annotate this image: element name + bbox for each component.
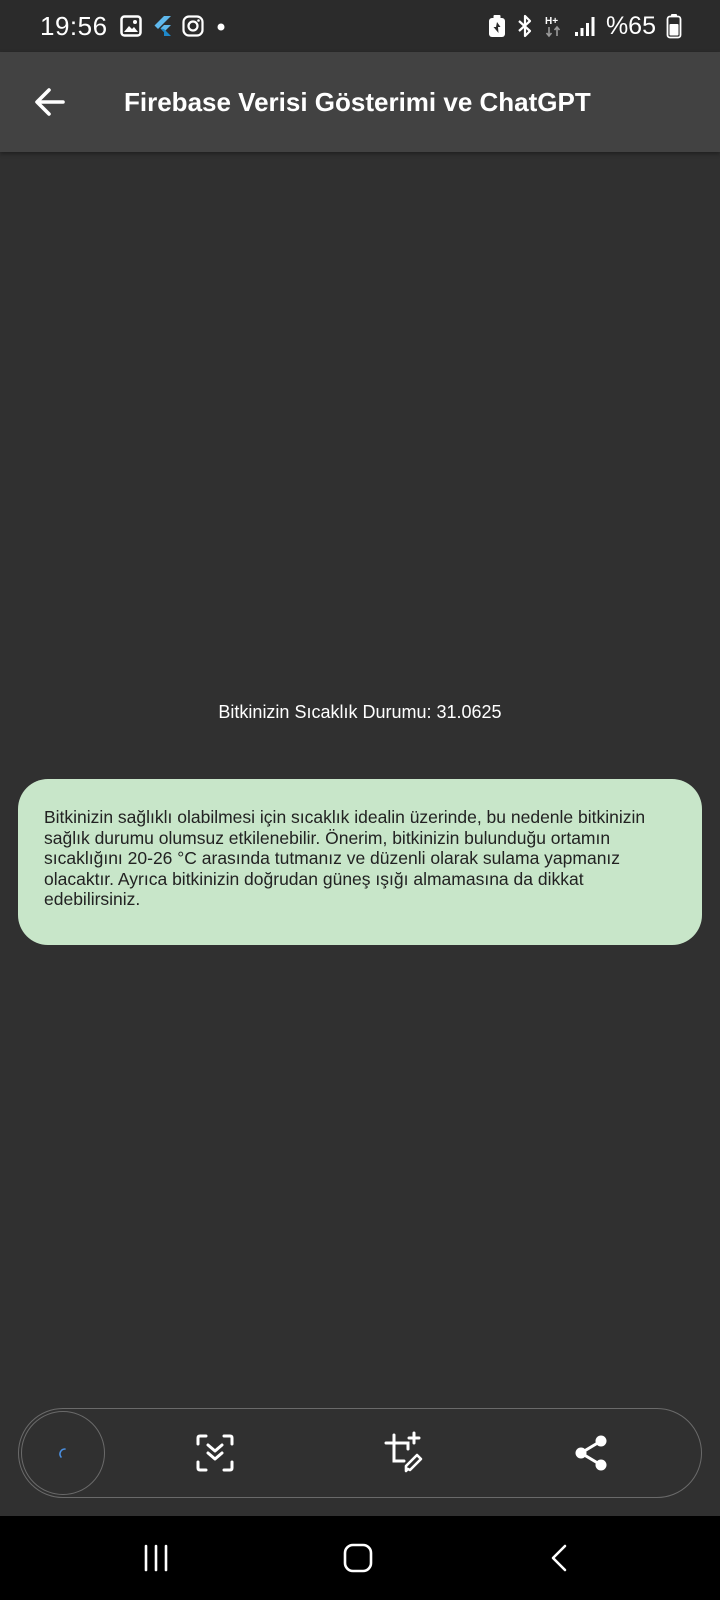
home-icon bbox=[343, 1543, 373, 1573]
signal-icon bbox=[574, 15, 596, 37]
svg-text:H+: H+ bbox=[545, 16, 558, 27]
home-button[interactable] bbox=[328, 1528, 388, 1588]
scroll-capture-icon bbox=[196, 1434, 234, 1472]
advice-text: Bitkinizin sağlıklı olabilmesi için sıca… bbox=[44, 807, 646, 909]
screenshot-action-bar bbox=[18, 1408, 702, 1498]
back-icon bbox=[551, 1544, 567, 1572]
crop-edit-button[interactable] bbox=[374, 1423, 434, 1483]
dot-icon bbox=[214, 15, 228, 37]
share-button[interactable] bbox=[562, 1423, 622, 1483]
back-button[interactable] bbox=[18, 70, 82, 134]
page-title: Firebase Verisi Gösterimi ve ChatGPT bbox=[124, 86, 591, 117]
instagram-icon bbox=[181, 15, 204, 37]
network-hplus-icon: H+ bbox=[544, 14, 564, 38]
screen: 19:56 H+ %65 Firebase Verisi Gösterimi v… bbox=[0, 0, 720, 1600]
gallery-icon bbox=[119, 15, 142, 37]
nav-back-button[interactable] bbox=[530, 1528, 590, 1588]
system-icons: H+ %65 bbox=[488, 12, 682, 41]
app-bar: Firebase Verisi Gösterimi ve ChatGPT bbox=[0, 52, 720, 152]
recents-icon bbox=[144, 1544, 168, 1572]
share-icon bbox=[575, 1435, 607, 1471]
loading-spinner-icon bbox=[59, 1448, 66, 1458]
status-bar: 19:56 H+ %65 bbox=[0, 0, 720, 52]
recents-button[interactable] bbox=[126, 1528, 186, 1588]
scroll-capture-button[interactable] bbox=[185, 1423, 245, 1483]
arrow-back-icon bbox=[35, 88, 65, 116]
bluetooth-icon bbox=[516, 14, 534, 38]
status-time: 19:56 bbox=[40, 10, 108, 41]
chatgpt-advice-bubble: Bitkinizin sağlıklı olabilmesi için sıca… bbox=[18, 779, 702, 945]
battery-percent: %65 bbox=[605, 11, 656, 40]
flutter-icon bbox=[152, 15, 172, 37]
crop-edit-icon bbox=[384, 1431, 423, 1473]
temperature-status-text: Bitkinizin Sıcaklık Durumu: 31.0625 bbox=[218, 702, 502, 722]
battery-icon bbox=[666, 13, 682, 39]
notification-icons bbox=[119, 15, 228, 37]
loading-button[interactable] bbox=[21, 1411, 105, 1495]
battery-saver-icon bbox=[488, 14, 506, 38]
navigation-bar bbox=[0, 1516, 720, 1600]
